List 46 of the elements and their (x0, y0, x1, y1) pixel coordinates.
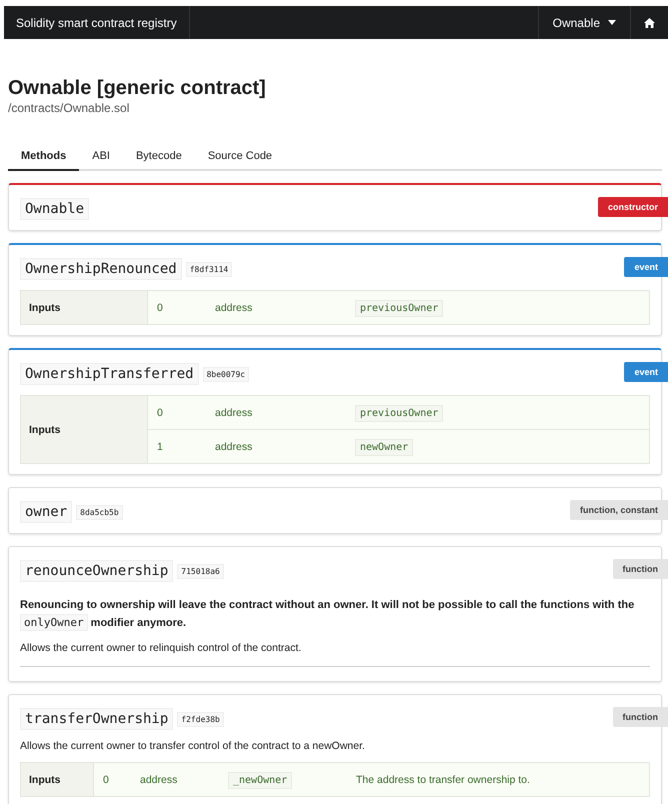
table-cell-text: 0 (156, 302, 164, 314)
method-name: renounceOwnership (20, 560, 174, 582)
param-name: previousOwner (355, 300, 444, 316)
kind-badge: function (612, 707, 668, 727)
description-text: Allows the current owner to transfer control of the contract to a newOwner. (20, 740, 366, 752)
table-cell-text: 0 (102, 774, 110, 786)
method-selector: 8be0079c (202, 366, 250, 382)
method-selector: 715018a6 (177, 564, 224, 578)
kind-badge: constructor (598, 197, 668, 217)
tab[interactable]: ABI (79, 145, 123, 171)
notice-text: Renouncing to ownership will leave the contract without an owner. It will not be possible to call the functions with the onlyOwner modifier anymore. (20, 598, 636, 632)
tab[interactable]: Source Code (194, 145, 286, 171)
tab[interactable]: Methods (8, 145, 80, 171)
kind-badge: event (624, 362, 668, 382)
tab[interactable]: Bytecode (122, 145, 195, 171)
table-cell-text: address (215, 302, 254, 314)
inputs-label: Inputs (21, 763, 94, 796)
kind-badge: function (612, 559, 668, 579)
home-icon (644, 18, 655, 28)
method-name: transferOwnership (20, 708, 174, 730)
kind-badge: function, constant (570, 500, 668, 520)
inputs-label: Inputs (21, 291, 148, 324)
file-path: /contracts/Ownable.sol (8, 101, 130, 115)
inputs-label: Inputs (21, 396, 148, 463)
param-name: _newOwner (228, 772, 292, 788)
contract-dropdown[interactable]: Ownable (538, 6, 630, 39)
method-name: owner (20, 501, 72, 523)
table-cell-text: address (140, 774, 178, 786)
brand-link[interactable]: Solidity smart contract registry (4, 6, 190, 39)
table-cell-text: address (215, 406, 254, 418)
method-name: Ownable (20, 198, 90, 220)
kind-badge: event (624, 257, 668, 277)
method-name: OwnershipTransferred (20, 363, 199, 385)
param-name: previousOwner (355, 404, 444, 422)
table-cell-text: The address to transfer ownership to. (356, 774, 531, 786)
method-selector: 8da5cb5b (76, 504, 123, 520)
method-name: OwnershipRenounced (20, 258, 182, 280)
table-cell-text: address (215, 440, 254, 452)
caret-icon (608, 20, 616, 25)
param-name: newOwner (355, 438, 414, 456)
table-cell-text: 1 (156, 440, 164, 452)
description-text: Allows the current owner to relinquish control of the contract. (20, 642, 302, 654)
method-selector: f2fde38b (177, 712, 224, 726)
page-title: Ownable [generic contract] (8, 77, 267, 100)
table-cell-text: 0 (156, 406, 164, 418)
method-selector: f8df3114 (186, 262, 232, 276)
